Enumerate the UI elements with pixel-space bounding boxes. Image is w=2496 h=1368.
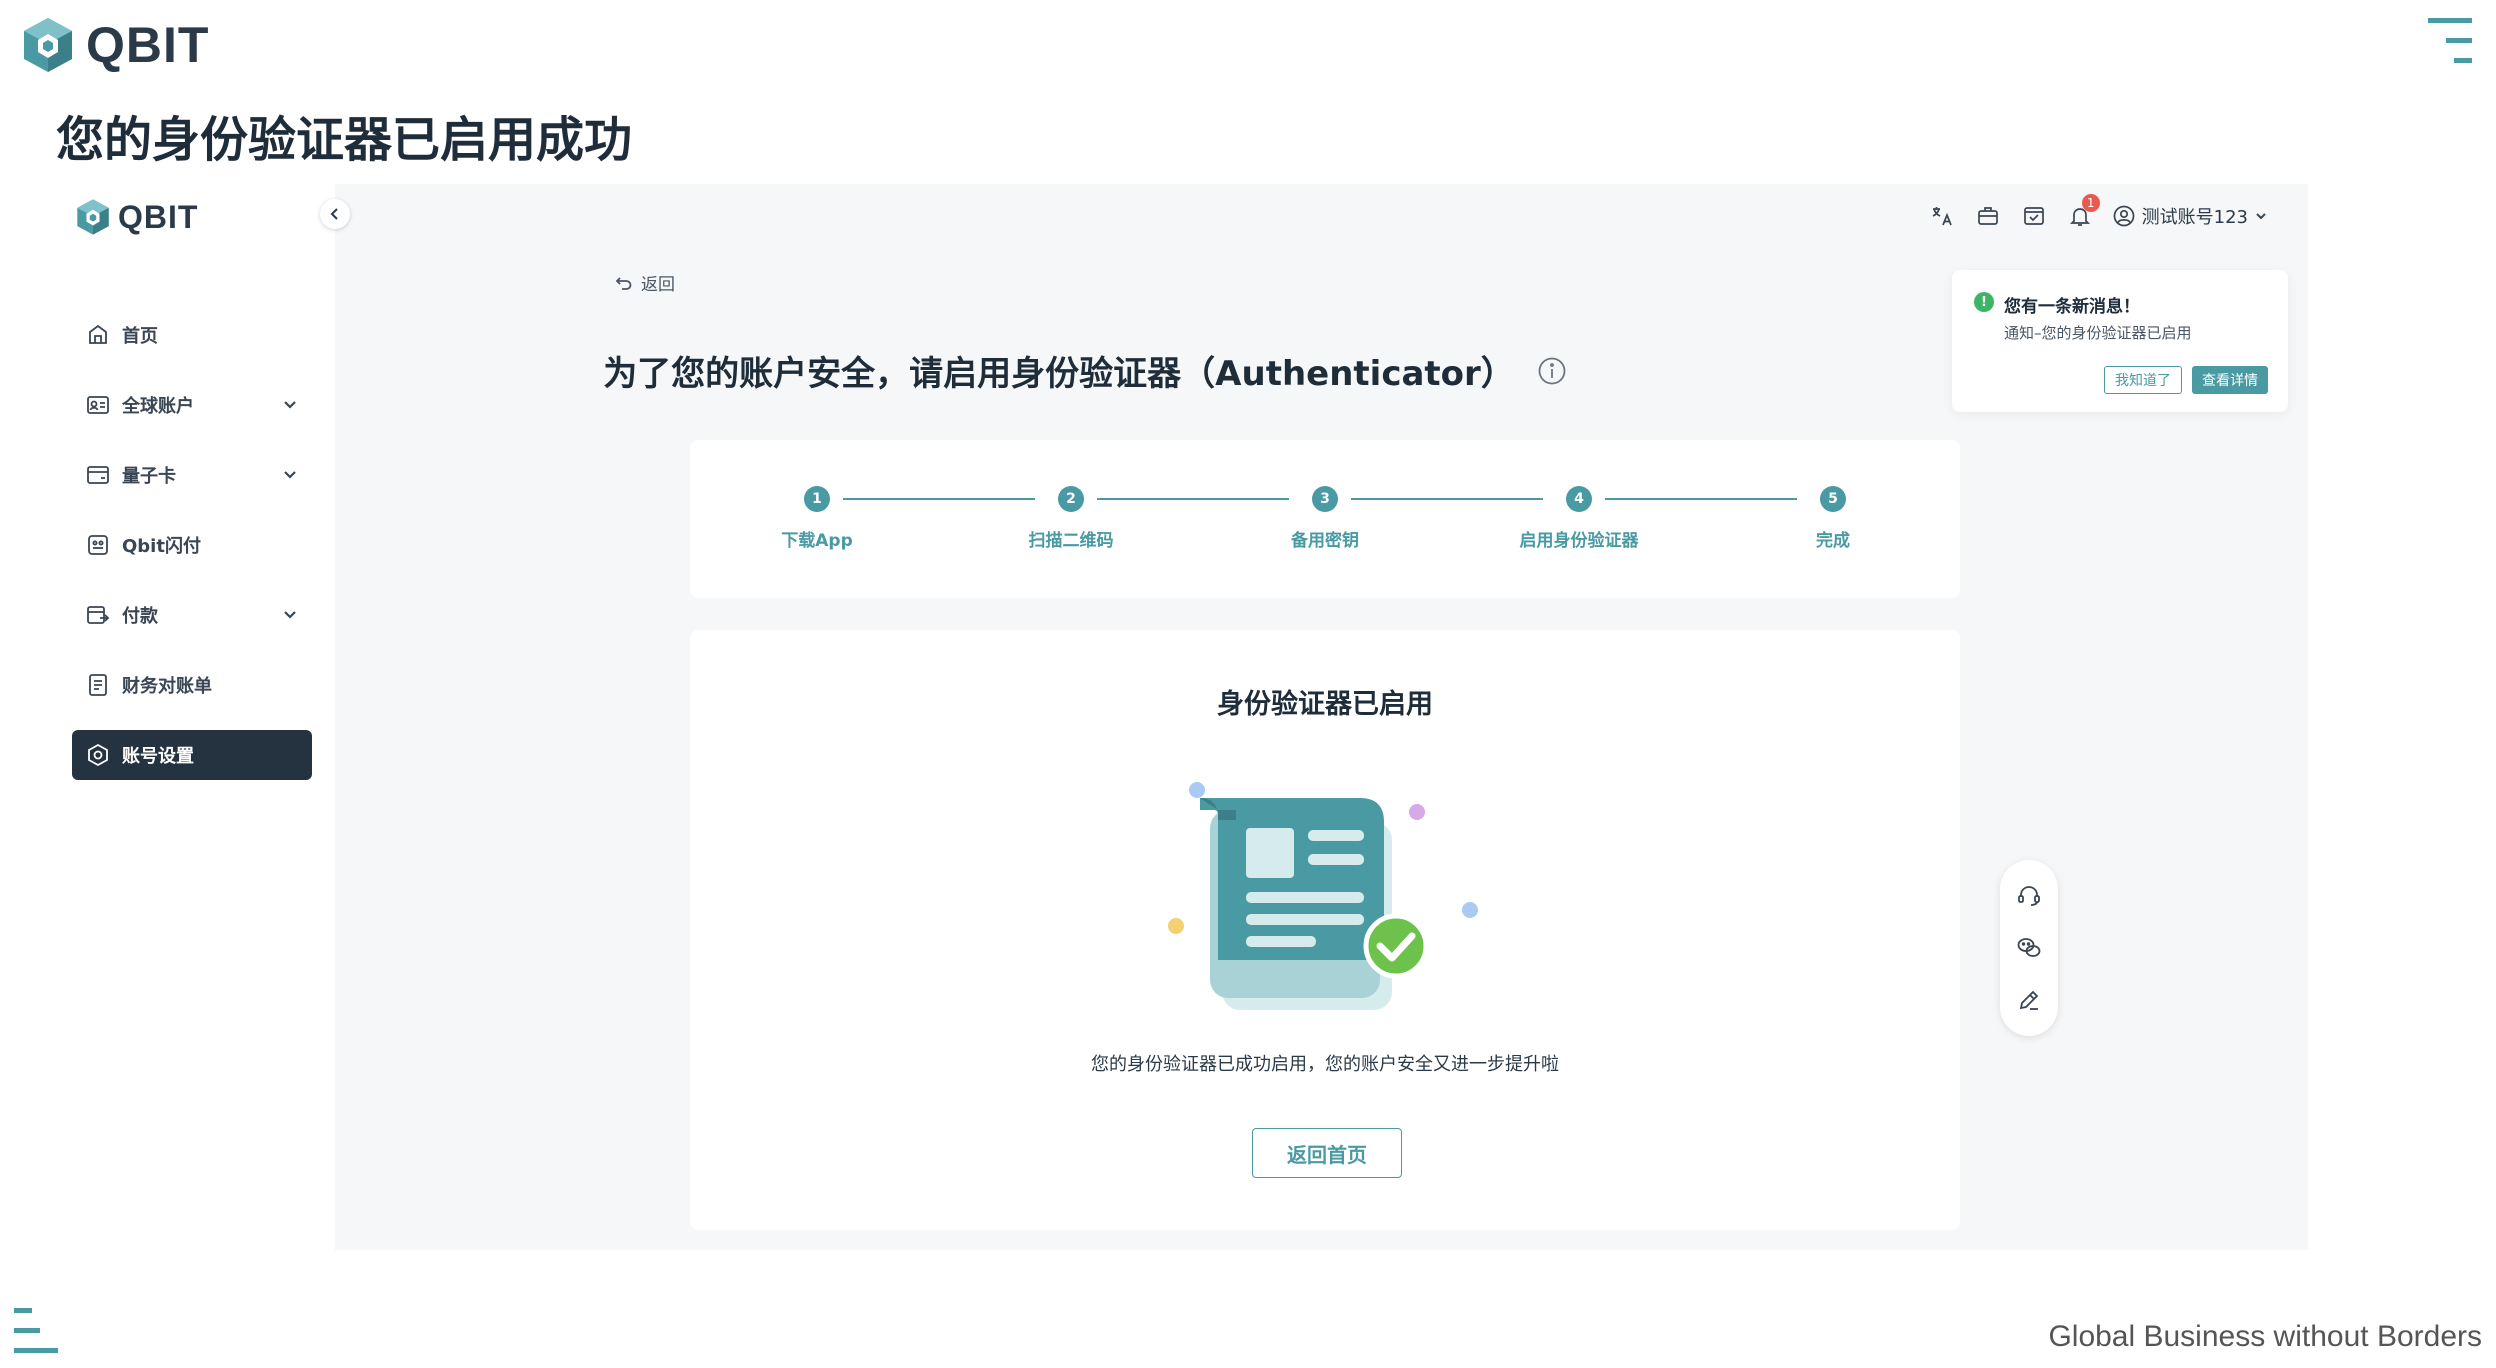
sidebar: QBIT 首页 全球账户 量子卡 Qbit闪付 付款 财务对账单 账号设置: [50, 184, 335, 1250]
sidebar-item-label: 付款: [122, 606, 158, 627]
notification-body: 通知–您的身份验证器已启用: [2004, 324, 2192, 342]
sidebar-item-label: 量子卡: [122, 466, 176, 487]
step-number: 3: [1312, 486, 1338, 512]
view-details-button[interactable]: 查看详情: [2192, 366, 2268, 394]
chevron-left-icon: [330, 208, 338, 220]
wechat-icon[interactable]: [2014, 933, 2044, 963]
main-content: 1 测试账号123 返回 为了您的账户安全，请启用身份验证器（Authentic…: [335, 184, 2308, 1250]
tagline: Global Business without Borders: [2048, 1320, 2482, 1353]
notification-actions: 我知道了 查看详情: [2104, 366, 2268, 394]
corner-decoration-icon: [2428, 18, 2472, 63]
payment-icon: [84, 601, 112, 629]
undo-arrow-icon: [615, 276, 632, 290]
step-label: 启用身份验证器: [1519, 531, 1639, 551]
notification-title: 您有一条新消息！: [2004, 297, 2140, 317]
slide-title: 您的身份验证器已启用成功: [56, 112, 633, 168]
user-menu[interactable]: 测试账号123: [2112, 203, 2268, 229]
step-label: 备用密钥: [1291, 531, 1359, 551]
sidebar-logo[interactable]: QBIT: [76, 198, 198, 236]
result-description: 您的身份验证器已成功启用，您的账户安全又进一步提升啦: [1091, 1054, 1559, 1075]
sidebar-item-qbit-flash-pay[interactable]: Qbit闪付: [72, 520, 312, 570]
sidebar-item-account-settings[interactable]: 账号设置: [72, 730, 312, 780]
notification-badge: 1: [2081, 194, 2100, 212]
info-icon[interactable]: [1537, 356, 1567, 386]
dismiss-button[interactable]: 我知道了: [2104, 366, 2182, 394]
chevron-down-icon: [284, 401, 296, 409]
headset-support-icon[interactable]: [2014, 881, 2044, 911]
alert-icon: !: [1974, 292, 1994, 312]
sidebar-item-statement[interactable]: 财务对账单: [72, 660, 312, 710]
steps-card: 1 下载App 2 扫描二维码 3 备用密钥 4 启用身份验证器 5 完成: [690, 440, 1960, 598]
chevron-down-icon: [284, 611, 296, 619]
sidebar-item-label: 财务对账单: [122, 676, 212, 697]
edit-pen-icon[interactable]: [2014, 985, 2044, 1015]
step-label: 下载App: [781, 531, 853, 551]
qbit-logo-icon: [24, 18, 72, 72]
briefcase-icon[interactable]: [1974, 202, 2002, 230]
sidebar-item-quantum-card[interactable]: 量子卡: [72, 450, 312, 500]
page-heading-text: 为了您的账户安全，请启用身份验证器（Authenticator）: [603, 354, 1515, 394]
user-name: 测试账号123: [2141, 207, 2248, 228]
step-number: 2: [1058, 486, 1084, 512]
sidebar-item-label: 全球账户: [122, 396, 194, 417]
back-label: 返回: [641, 275, 675, 295]
corner-decoration-icon: [14, 1308, 58, 1353]
step-2: 2 扫描二维码: [991, 486, 1151, 551]
card-icon: [84, 461, 112, 489]
settings-icon: [84, 741, 112, 769]
page-heading: 为了您的账户安全，请启用身份验证器（Authenticator）: [335, 346, 1835, 395]
sidebar-item-label: 账号设置: [122, 746, 194, 767]
step-number: 5: [1820, 486, 1846, 512]
sidebar-item-label: Qbit闪付: [122, 536, 201, 557]
sidebar-logo-text: QBIT: [118, 198, 199, 235]
step-label: 完成: [1816, 531, 1850, 551]
step-4: 4 启用身份验证器: [1499, 486, 1659, 551]
home-icon: [84, 321, 112, 349]
statement-icon: [84, 671, 112, 699]
notification-popup: ! 您有一条新消息！ 通知–您的身份验证器已启用 我知道了 查看详情: [1952, 270, 2288, 412]
sidebar-item-home[interactable]: 首页: [72, 310, 312, 360]
back-to-home-button[interactable]: 返回首页: [1252, 1128, 1402, 1178]
slide-logo: QBIT: [22, 16, 209, 74]
topbar: 1 测试账号123: [1928, 194, 2268, 234]
step-label: 扫描二维码: [1028, 531, 1114, 551]
result-title: 身份验证器已启用: [1217, 689, 1433, 720]
chevron-down-icon: [2256, 213, 2266, 220]
flash-pay-icon: [84, 531, 112, 559]
sidebar-nav: 首页 全球账户 量子卡 Qbit闪付 付款 财务对账单 账号设置: [72, 310, 312, 800]
translate-icon[interactable]: [1928, 202, 1956, 230]
slide-logo-text: QBIT: [86, 17, 210, 73]
step-3: 3 备用密钥: [1245, 486, 1405, 551]
authenticator-enabled-illustration: [1168, 782, 1478, 1010]
step-1: 1 下载App: [737, 486, 897, 551]
sidebar-item-label: 首页: [122, 326, 158, 347]
inbox-icon[interactable]: [2020, 202, 2048, 230]
back-link[interactable]: 返回: [615, 270, 675, 295]
sidebar-collapse-button[interactable]: [320, 199, 350, 229]
step-number: 4: [1566, 486, 1592, 512]
chevron-down-icon: [284, 471, 296, 479]
bell-icon[interactable]: 1: [2066, 194, 2100, 230]
sidebar-item-payment[interactable]: 付款: [72, 590, 312, 640]
id-card-icon: [84, 391, 112, 419]
step-number: 1: [804, 486, 830, 512]
app-window: QBIT 首页 全球账户 量子卡 Qbit闪付 付款 财务对账单 账号设置 1 …: [50, 184, 2308, 1250]
user-avatar-icon: [2113, 205, 2134, 227]
result-card: 身份验证器已启用 您的身份验证器已成功启用，您的账户安全又进一步提升啦 返回首页: [690, 630, 1960, 1230]
step-5: 5 完成: [1753, 486, 1913, 551]
floating-toolbar: [2000, 860, 2058, 1036]
sidebar-item-global-account[interactable]: 全球账户: [72, 380, 312, 430]
qbit-logo-icon: [77, 199, 109, 235]
